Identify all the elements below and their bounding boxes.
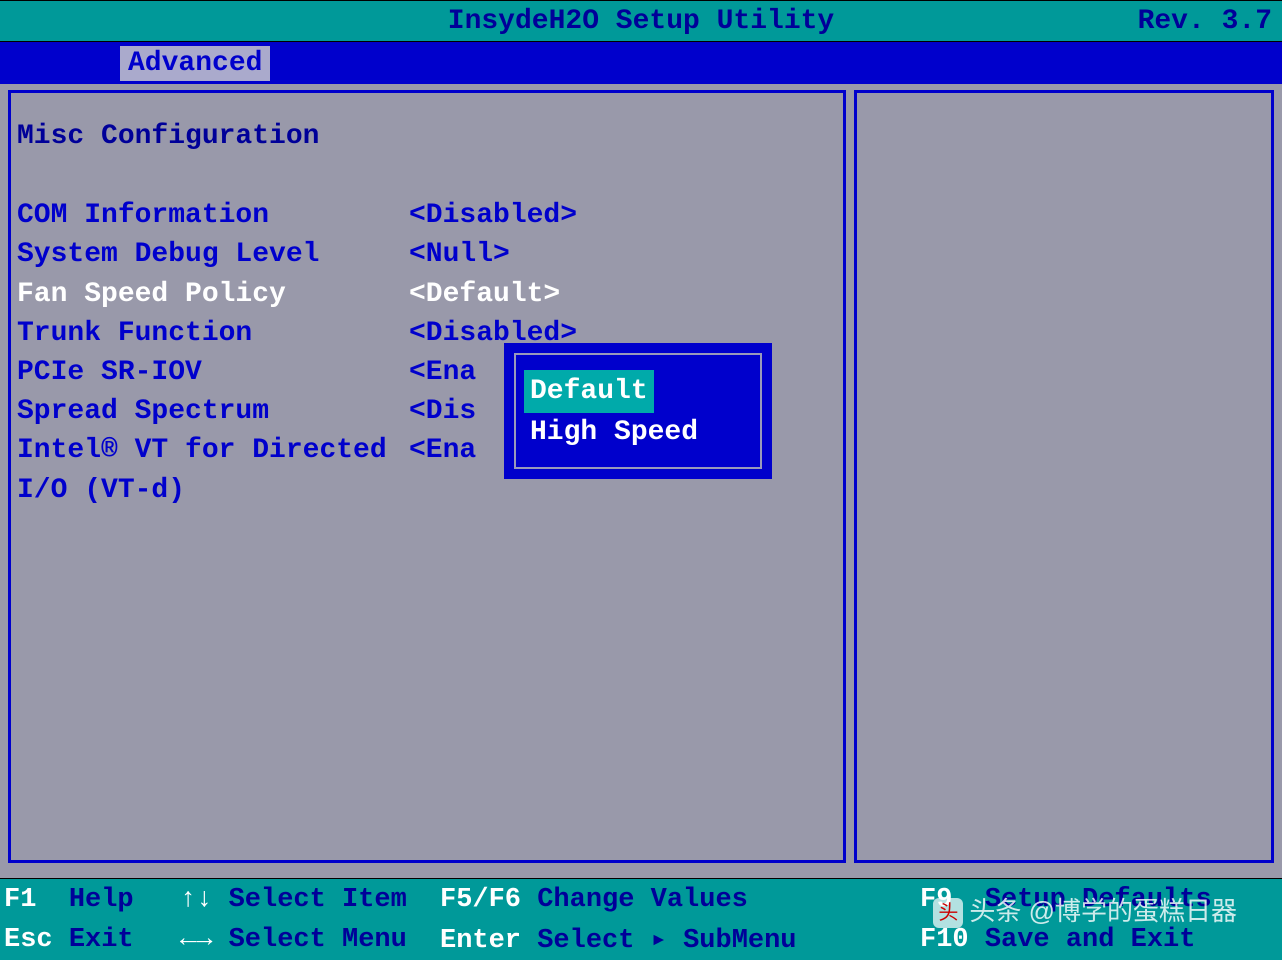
setting-value: <Null> <box>409 235 510 274</box>
option-popup: Default High Speed <box>504 343 772 479</box>
setting-label: PCIe SR-IOV <box>17 353 409 392</box>
key-leftright: ←→ <box>180 925 212 955</box>
key-f1: F1 <box>4 885 36 915</box>
setting-label: Spread Spectrum <box>17 392 409 431</box>
setting-value: <Ena <box>409 431 476 470</box>
title-bar: InsydeH2O Setup Utility Rev. 3.7 <box>0 0 1282 42</box>
setting-label: Trunk Function <box>17 314 409 353</box>
setting-system-debug-level[interactable]: System Debug Level <Null> <box>17 235 837 274</box>
watermark: 头头条 @博学的蛋糕日器 <box>933 891 1237 928</box>
label-exit: Exit <box>69 925 134 955</box>
key-enter: Enter <box>440 926 521 956</box>
setting-value: <Disabled> <box>409 196 577 235</box>
app-title: InsydeH2O Setup Utility <box>448 6 834 37</box>
popup-option-default[interactable]: Default <box>524 370 654 413</box>
section-title: Misc Configuration <box>17 117 837 156</box>
key-f5f6: F5/F6 <box>440 885 521 915</box>
setting-value: <Ena <box>409 353 476 392</box>
setting-value: <Default> <box>409 275 560 314</box>
label-change-values: Change Values <box>537 885 748 915</box>
help-panel <box>854 90 1274 863</box>
main-area: Misc Configuration COM Information <Disa… <box>0 84 1282 869</box>
setting-value: <Dis <box>409 392 476 431</box>
watermark-icon: 头 <box>933 898 963 928</box>
tab-bar: Advanced <box>0 42 1282 84</box>
setting-label: I/O (VT-d) <box>17 471 409 510</box>
label-select-item: Select Item <box>229 885 407 915</box>
setting-com-information[interactable]: COM Information <Disabled> <box>17 196 837 235</box>
option-popup-inner: Default High Speed <box>514 353 762 469</box>
settings-panel: Misc Configuration COM Information <Disa… <box>8 90 846 863</box>
key-f10: F10 <box>920 925 969 955</box>
watermark-text: 头条 @博学的蛋糕日器 <box>969 896 1237 926</box>
label-save-exit: Save and Exit <box>985 925 1196 955</box>
setting-fan-speed-policy[interactable]: Fan Speed Policy <Default> <box>17 275 837 314</box>
label-select-menu: Select Menu <box>229 925 407 955</box>
label-help: Help <box>69 885 134 915</box>
setting-label: Intel® VT for Directed <box>17 431 409 470</box>
setting-label: System Debug Level <box>17 235 409 274</box>
setting-label: Fan Speed Policy <box>17 275 409 314</box>
key-esc: Esc <box>4 925 53 955</box>
key-updown: ↑↓ <box>180 885 212 915</box>
setting-label: COM Information <box>17 196 409 235</box>
popup-option-high-speed[interactable]: High Speed <box>524 415 704 450</box>
tab-advanced[interactable]: Advanced <box>120 46 270 81</box>
label-select-submenu: Select ▸ SubMenu <box>537 926 796 956</box>
revision-label: Rev. 3.7 <box>1138 6 1272 37</box>
